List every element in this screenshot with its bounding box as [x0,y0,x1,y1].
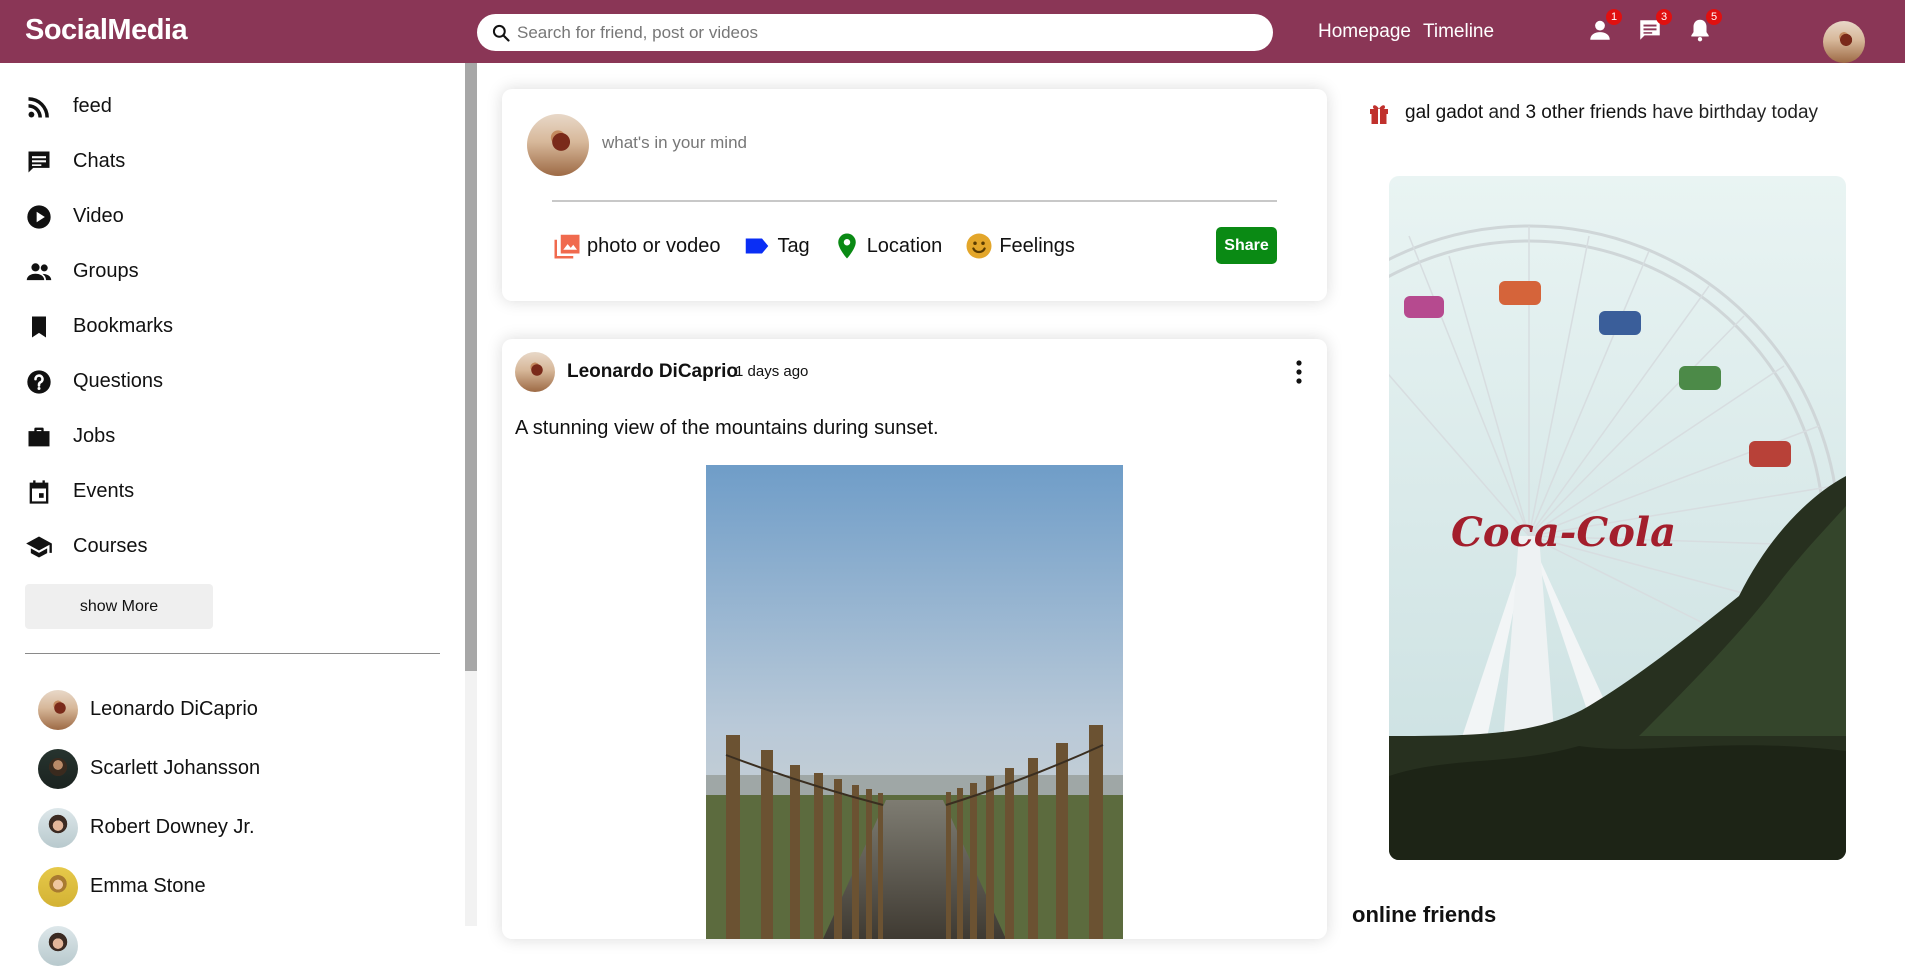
label-icon [746,238,769,254]
timeline-link[interactable]: Timeline [1423,21,1494,43]
avatar [38,748,78,789]
search-icon [492,24,510,42]
birthday-connector: and [1488,102,1521,123]
avatar[interactable] [515,352,555,392]
school-icon [26,536,52,557]
share-options: photo or vodeo Tag Location Feelings [552,231,1075,261]
birthday-suffix: have birthday today [1652,102,1819,123]
friend-item[interactable] [38,916,260,975]
topbar: SocialMedia Homepage Timeline 1 3 5 [0,0,1905,63]
sidebar-item-label: Groups [73,260,139,282]
help-circle-icon [27,369,51,394]
avatar [527,114,589,176]
location-option[interactable]: Location [832,231,943,261]
messages-badge: 3 [1656,9,1672,25]
top-icons: 1 3 5 [1586,9,1722,46]
avatar [38,866,78,907]
sidebar-item-label: Video [73,205,124,227]
sidebar-item-label: Courses [73,535,148,557]
friend-item[interactable]: Robert Downey Jr. [38,798,260,857]
ad-image[interactable]: Coca-Cola [1389,176,1846,860]
friend-requests-button[interactable]: 1 [1586,9,1622,46]
chat-icon [28,151,50,172]
gift-icon [1370,105,1388,124]
online-friends-title: online friends [1352,902,1497,927]
photo-option[interactable]: photo or vodeo [552,231,720,261]
sidebar-item-label: Bookmarks [73,315,174,337]
post-author[interactable]: Leonardo DiCaprio [567,361,738,383]
share-button[interactable]: Share [1216,227,1277,264]
sidebar-scrollbar-thumb[interactable] [465,63,477,671]
birthday-name[interactable]: gal gadot [1405,102,1483,123]
post-text: A stunning view of the mountains during … [515,417,939,439]
search-bar[interactable] [477,14,1273,51]
friend-name: Robert Downey Jr. [90,816,255,838]
share-divider [552,200,1277,202]
profile-avatar[interactable] [1823,20,1865,63]
share-input[interactable] [602,133,1202,153]
sidebar-item-label: Chats [73,150,126,172]
sidebar-item-label: Jobs [73,425,116,447]
top-nav-links: Homepage Timeline [1318,21,1494,43]
notifications-badge: 5 [1706,9,1722,25]
tag-option[interactable]: Tag [742,231,810,261]
sidebar-item-groups[interactable]: Groups [25,244,173,299]
sidebar-item-events[interactable]: Events [25,464,173,519]
avatar [38,689,78,730]
sidebar-item-label: feed [73,95,112,117]
photo-library-icon [554,234,580,259]
notifications-button[interactable]: 5 [1686,9,1722,46]
avatar [38,925,78,966]
show-more-button[interactable]: show More [25,584,213,629]
sidebar: feed Chats Video Groups Bookmarks Questi… [0,63,477,966]
feelings-option[interactable]: Feelings [964,231,1075,261]
friend-name: Leonardo DiCaprio [90,698,258,720]
calendar-icon [29,479,49,504]
post-image[interactable] [706,465,1123,939]
birthday-others[interactable]: 3 other friends [1525,102,1646,123]
sidebar-menu: feed Chats Video Groups Bookmarks Questi… [25,79,173,574]
ferris-wheel-photo: Coca-Cola [1389,176,1846,860]
friend-item[interactable]: Leonardo DiCaprio [38,680,260,739]
briefcase-icon [28,427,50,446]
friend-name: Emma Stone [90,875,206,897]
smiley-icon [966,233,992,259]
app-logo[interactable]: SocialMedia [25,14,188,47]
post-card: Leonardo DiCaprio 1 days ago A stunning … [502,339,1327,939]
sidebar-item-chats[interactable]: Chats [25,134,173,189]
messages-button[interactable]: 3 [1636,9,1672,46]
bookmark-icon [32,316,46,337]
sidebar-item-feed[interactable]: feed [25,79,173,134]
location-pin-icon [837,233,856,259]
boardwalk-photo [706,465,1123,939]
sidebar-divider [25,653,440,654]
feelings-option-label: Feelings [999,234,1075,257]
ad-logo-text: Coca-Cola [1451,509,1676,556]
tag-option-label: Tag [777,234,810,257]
friend-requests-badge: 1 [1606,9,1622,25]
location-option-label: Location [866,234,943,257]
avatar [38,807,78,848]
photo-option-label: photo or vodeo [587,234,721,257]
sidebar-item-courses[interactable]: Courses [25,519,173,574]
sidebar-item-jobs[interactable]: Jobs [25,409,173,464]
share-box: photo or vodeo Tag Location Feelings Sha… [502,89,1327,301]
homepage-link[interactable]: Homepage [1318,21,1411,43]
friend-name: Scarlett Johansson [90,757,261,779]
rss-icon [28,96,49,117]
sidebar-item-label: Events [73,480,135,502]
sidebar-item-video[interactable]: Video [25,189,173,244]
sidebar-item-bookmarks[interactable]: Bookmarks [25,299,173,354]
more-vert-icon[interactable] [1287,357,1311,387]
friend-list: Leonardo DiCaprio Scarlett Johansson Rob… [38,680,260,975]
sidebar-item-questions[interactable]: Questions [25,354,173,409]
birthday-notice: gal gadot and 3 other friends have birth… [1367,100,1818,126]
friend-item[interactable]: Scarlett Johansson [38,739,260,798]
search-input[interactable] [517,22,1237,43]
play-circle-icon [27,204,51,229]
friend-item[interactable]: Emma Stone [38,857,260,916]
post-timestamp: 1 days ago [735,363,809,380]
sidebar-item-label: Questions [73,370,164,392]
group-icon [26,262,52,280]
